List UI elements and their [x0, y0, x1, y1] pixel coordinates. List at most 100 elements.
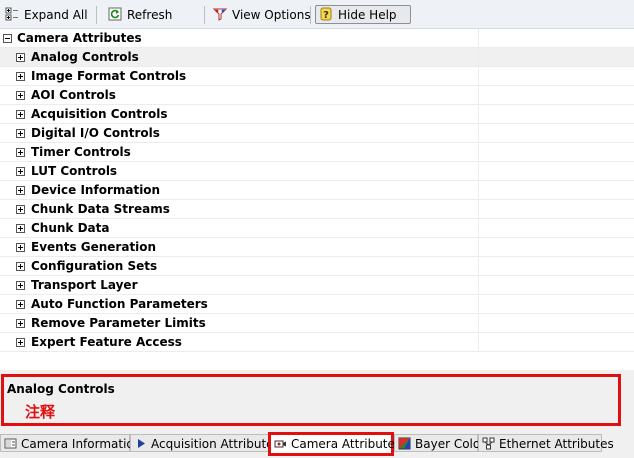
play-arrow-icon: [138, 439, 145, 448]
column-divider: [478, 162, 479, 181]
expand-icon[interactable]: [16, 167, 25, 176]
tree-row-label: Acquisition Controls: [31, 107, 168, 121]
refresh-button[interactable]: Refresh: [105, 6, 172, 25]
expand-all-icon: [5, 7, 18, 21]
tree-row[interactable]: Chunk Data: [0, 219, 634, 238]
tree-row-label: Chunk Data: [31, 221, 110, 235]
tree-row[interactable]: LUT Controls: [0, 162, 634, 181]
help-title: Analog Controls: [7, 382, 115, 396]
tab-acquisition-attributes[interactable]: Acquisition Attributes: [130, 434, 280, 452]
expand-icon[interactable]: [16, 281, 25, 290]
tree-row[interactable]: Acquisition Controls: [0, 105, 634, 124]
tab-camera-attributes[interactable]: Camera Attributes: [268, 432, 401, 456]
tree-row[interactable]: Timer Controls: [0, 143, 634, 162]
camera-icon: [274, 440, 286, 448]
tree-row-label: Image Format Controls: [31, 69, 187, 83]
expand-icon[interactable]: [16, 129, 25, 138]
hide-help-button[interactable]: ? Hide Help: [315, 5, 411, 24]
expand-icon[interactable]: [16, 338, 25, 347]
tree-row-label: AOI Controls: [31, 88, 116, 102]
expand-icon[interactable]: [16, 148, 25, 157]
tree-row[interactable]: Analog Controls: [0, 48, 634, 67]
toolbar-separator: [310, 6, 311, 24]
tab-label: Camera Attributes: [291, 437, 402, 451]
tree-row[interactable]: Device Information: [0, 181, 634, 200]
column-divider: [478, 276, 479, 295]
column-divider: [478, 219, 479, 238]
expand-icon[interactable]: [16, 243, 25, 252]
tree-row-label: Auto Function Parameters: [31, 297, 208, 311]
expand-icon[interactable]: [16, 300, 25, 309]
column-divider: [478, 105, 479, 124]
tree-row[interactable]: Digital I/O Controls: [0, 124, 634, 143]
tree-row[interactable]: Transport Layer: [0, 276, 634, 295]
tree-row[interactable]: AOI Controls: [0, 86, 634, 105]
column-divider: [478, 314, 479, 333]
tab-ethernet-attributes[interactable]: Ethernet Attributes: [478, 434, 614, 452]
column-divider: [478, 333, 479, 352]
tree-row-label: Remove Parameter Limits: [31, 316, 206, 330]
expand-icon[interactable]: [16, 110, 25, 119]
expand-icon[interactable]: [16, 205, 25, 214]
tree-row-label: Analog Controls: [31, 50, 139, 64]
network-icon: [482, 437, 495, 450]
tab-label: Camera Information: [21, 437, 142, 451]
tree-row-label: Chunk Data Streams: [31, 202, 170, 216]
collapse-icon[interactable]: [3, 34, 12, 43]
expand-icon[interactable]: [16, 186, 25, 195]
column-divider: [478, 124, 479, 143]
column-divider: [478, 295, 479, 314]
tab-camera-information[interactable]: Camera Information: [0, 434, 141, 452]
column-divider: [478, 257, 479, 276]
tree-row[interactable]: Chunk Data Streams: [0, 200, 634, 219]
camera-info-icon: [4, 438, 17, 449]
column-divider: [478, 181, 479, 200]
tree-row[interactable]: Events Generation: [0, 238, 634, 257]
expand-icon[interactable]: [16, 72, 25, 81]
column-divider: [478, 67, 479, 86]
column-divider: [478, 200, 479, 219]
toolbar-separator: [96, 6, 97, 24]
toolbar: Expand All Refresh View Options ? Hide H…: [0, 0, 634, 29]
expand-icon[interactable]: [16, 262, 25, 271]
tree-root-label: Camera Attributes: [17, 31, 142, 45]
tree-row[interactable]: Auto Function Parameters: [0, 295, 634, 314]
color-square-icon: [398, 437, 411, 450]
refresh-icon: [108, 7, 122, 21]
expand-icon[interactable]: [16, 91, 25, 100]
refresh-label: Refresh: [127, 8, 173, 22]
tree-row-label: Timer Controls: [31, 145, 131, 159]
tree-row-label: Events Generation: [31, 240, 157, 254]
tree-row-label: Expert Feature Access: [31, 335, 182, 349]
column-divider: [478, 48, 479, 67]
column-divider: [478, 238, 479, 257]
tree-row-label: Digital I/O Controls: [31, 126, 160, 140]
expand-all-button[interactable]: Expand All: [2, 6, 88, 25]
svg-text:?: ?: [323, 10, 329, 21]
tree-row-label: Transport Layer: [31, 278, 138, 292]
tree-root-row[interactable]: Camera Attributes: [0, 29, 634, 48]
tree-row-label: Configuration Sets: [31, 259, 158, 273]
view-options-icon: [213, 8, 227, 21]
column-divider: [478, 86, 479, 105]
expand-icon[interactable]: [16, 53, 25, 62]
help-icon: ?: [320, 7, 332, 21]
toolbar-separator: [204, 6, 205, 24]
tree-row[interactable]: Configuration Sets: [0, 257, 634, 276]
view-options-button[interactable]: View Options: [210, 6, 311, 25]
tab-label: Acquisition Attributes: [151, 437, 280, 451]
expand-all-label: Expand All: [24, 8, 88, 22]
tree-row[interactable]: Image Format Controls: [0, 67, 634, 86]
tab-bayer-color[interactable]: Bayer Color: [394, 434, 485, 452]
help-box: Analog Controls 注释: [1, 374, 621, 426]
expand-icon[interactable]: [16, 319, 25, 328]
tab-label: Ethernet Attributes: [499, 437, 614, 451]
expand-icon[interactable]: [16, 224, 25, 233]
bottom-tab-bar: Camera Information Acquisition Attribute…: [0, 432, 634, 458]
tree-row[interactable]: Expert Feature Access: [0, 333, 634, 352]
tree-row[interactable]: Remove Parameter Limits: [0, 314, 634, 333]
tab-label: Bayer Color: [415, 437, 486, 451]
view-options-label: View Options: [232, 8, 311, 22]
hide-help-label: Hide Help: [338, 8, 397, 22]
attribute-tree: Camera Attributes Analog Controls Image F…: [0, 29, 634, 352]
